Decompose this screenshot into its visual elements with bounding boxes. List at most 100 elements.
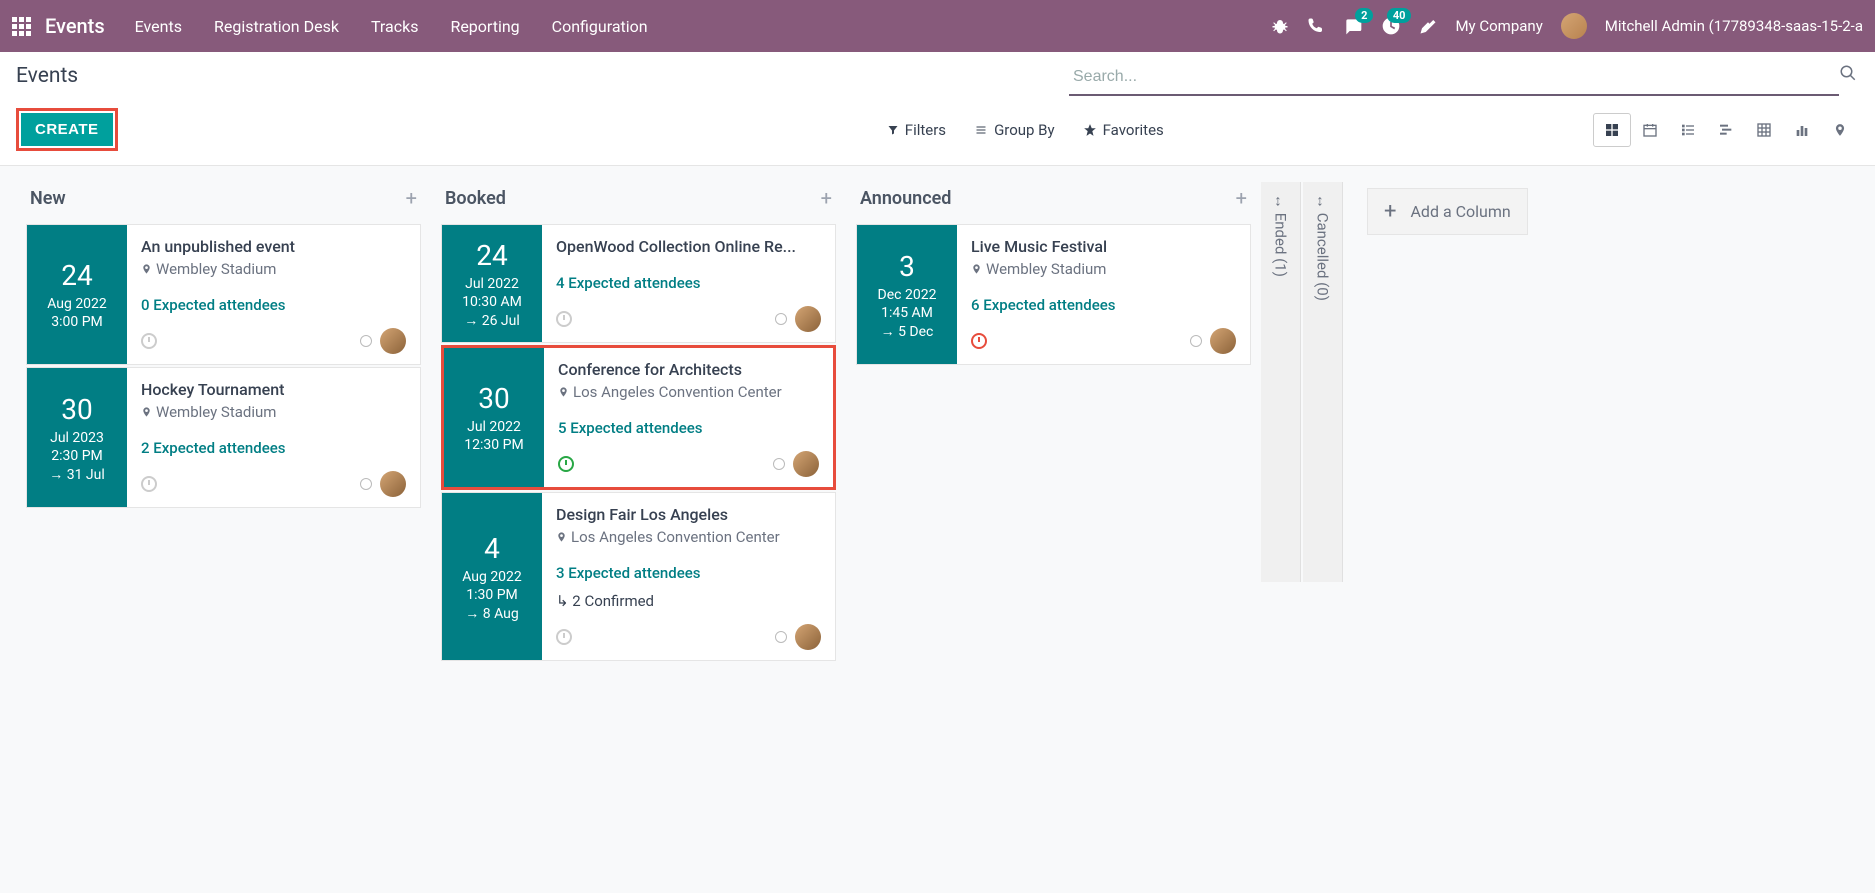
- activity-clock-icon[interactable]: [141, 333, 157, 349]
- quick-create-icon[interactable]: +: [821, 186, 832, 210]
- card-title: An unpublished event: [141, 237, 406, 256]
- card-date-block: 24 Jul 2022 10:30 AM → 26 Jul: [442, 225, 542, 342]
- priority-dot[interactable]: [773, 458, 785, 470]
- graph-view-button[interactable]: [1783, 113, 1821, 147]
- tools-icon[interactable]: [1419, 17, 1437, 35]
- kanban-view-button[interactable]: [1593, 113, 1631, 147]
- responsible-avatar[interactable]: [380, 471, 406, 497]
- gantt-view-button[interactable]: [1707, 113, 1745, 147]
- pin-icon: [558, 385, 569, 399]
- company-selector[interactable]: My Company: [1455, 17, 1542, 35]
- activity-clock-icon[interactable]: [971, 333, 987, 349]
- expected-attendees: 0 Expected attendees: [141, 296, 406, 314]
- nav-configuration[interactable]: Configuration: [552, 17, 648, 36]
- priority-dot[interactable]: [360, 478, 372, 490]
- expected-attendees: 2 Expected attendees: [141, 439, 406, 457]
- nav-reporting[interactable]: Reporting: [450, 17, 519, 36]
- folded-label: ↔ Cancelled (0): [1314, 194, 1332, 301]
- pin-icon: [141, 405, 152, 419]
- card-time: 10:30 AM: [462, 294, 522, 310]
- groupby-dropdown[interactable]: Group By: [974, 121, 1055, 139]
- card-day: 3: [899, 250, 915, 283]
- expected-attendees: 4 Expected attendees: [556, 274, 821, 292]
- folded-column[interactable]: ↔ Cancelled (0): [1303, 182, 1343, 582]
- filters-dropdown[interactable]: Filters: [887, 121, 946, 139]
- pivot-view-button[interactable]: [1745, 113, 1783, 147]
- card-location: Los Angeles Convention Center: [558, 383, 819, 401]
- create-button[interactable]: CREATE: [21, 113, 113, 146]
- expected-attendees: 5 Expected attendees: [558, 419, 819, 437]
- card-month: Jul 2022: [465, 276, 519, 292]
- nav-events[interactable]: Events: [135, 17, 182, 36]
- responsible-avatar[interactable]: [795, 624, 821, 650]
- breadcrumb-title: Events: [16, 64, 78, 88]
- card-month: Jul 2022: [467, 419, 521, 435]
- folded-column[interactable]: ↔ Ended (1): [1261, 182, 1301, 582]
- phone-icon[interactable]: [1307, 17, 1325, 35]
- card-end-date: → 8 Aug: [465, 605, 518, 622]
- funnel-icon: [887, 124, 899, 136]
- user-menu[interactable]: Mitchell Admin (17789348-saas-15-2-a: [1605, 17, 1863, 35]
- card-month: Jul 2023: [50, 430, 104, 446]
- event-card[interactable]: 4 Aug 2022 1:30 PM → 8 Aug Design Fair L…: [441, 492, 836, 661]
- event-card[interactable]: 24 Jul 2022 10:30 AM → 26 Jul OpenWood C…: [441, 224, 836, 343]
- folded-label: ↔ Ended (1): [1272, 194, 1290, 277]
- card-day: 4: [484, 532, 500, 565]
- favorites-dropdown[interactable]: Favorites: [1083, 121, 1164, 139]
- column-title: Announced: [860, 188, 951, 209]
- activity-clock-icon[interactable]: [558, 456, 574, 472]
- kanban-board: New + 24 Aug 2022 3:00 PM An unpublished …: [0, 166, 1875, 679]
- activity-clock-icon[interactable]: [556, 311, 572, 327]
- bug-icon[interactable]: [1271, 17, 1289, 35]
- card-end-date: → 31 Jul: [49, 466, 105, 483]
- top-nav: Events Registration Desk Tracks Reportin…: [135, 17, 648, 36]
- plus-icon: +: [1384, 199, 1396, 224]
- list-view-button[interactable]: [1669, 113, 1707, 147]
- user-avatar[interactable]: [1561, 13, 1587, 39]
- card-day: 24: [476, 239, 507, 272]
- responsible-avatar[interactable]: [793, 451, 819, 477]
- responsible-avatar[interactable]: [1210, 328, 1236, 354]
- responsible-avatar[interactable]: [380, 328, 406, 354]
- responsible-avatar[interactable]: [795, 306, 821, 332]
- star-icon: [1083, 123, 1097, 137]
- calendar-view-button[interactable]: [1631, 113, 1669, 147]
- priority-dot[interactable]: [360, 335, 372, 347]
- messaging-icon[interactable]: 2: [1343, 16, 1363, 36]
- card-month: Dec 2022: [878, 287, 937, 303]
- activity-clock-icon[interactable]: [556, 629, 572, 645]
- column-title: New: [30, 188, 66, 209]
- nav-registration-desk[interactable]: Registration Desk: [214, 17, 339, 36]
- apps-menu-icon[interactable]: [12, 17, 31, 36]
- nav-tracks[interactable]: Tracks: [371, 17, 419, 36]
- card-day: 30: [61, 393, 92, 426]
- event-card[interactable]: 3 Dec 2022 1:45 AM → 5 Dec Live Music Fe…: [856, 224, 1251, 365]
- app-brand: Events: [45, 14, 105, 38]
- card-date-block: 24 Aug 2022 3:00 PM: [27, 225, 127, 364]
- create-button-highlight: CREATE: [16, 108, 118, 151]
- priority-dot[interactable]: [775, 631, 787, 643]
- activity-clock-icon[interactable]: [141, 476, 157, 492]
- card-date-block: 30 Jul 2023 2:30 PM → 31 Jul: [27, 368, 127, 507]
- pin-icon: [971, 262, 982, 276]
- card-date-block: 4 Aug 2022 1:30 PM → 8 Aug: [442, 493, 542, 660]
- quick-create-icon[interactable]: +: [1236, 186, 1247, 210]
- priority-dot[interactable]: [775, 313, 787, 325]
- map-view-button[interactable]: [1821, 113, 1859, 147]
- card-day: 30: [478, 382, 509, 415]
- add-column-button[interactable]: +Add a Column: [1367, 188, 1528, 235]
- card-month: Aug 2022: [47, 296, 107, 312]
- event-card[interactable]: 30 Jul 2023 2:30 PM → 31 Jul Hockey Tour…: [26, 367, 421, 508]
- card-title: Hockey Tournament: [141, 380, 406, 399]
- search-icon[interactable]: [1839, 64, 1859, 82]
- quick-create-icon[interactable]: +: [406, 186, 417, 210]
- priority-dot[interactable]: [1190, 335, 1202, 347]
- column-title: Booked: [445, 188, 506, 209]
- event-card[interactable]: 30 Jul 2022 12:30 PM Conference for Arch…: [441, 345, 836, 490]
- search-input[interactable]: [1069, 64, 1839, 96]
- activity-icon[interactable]: 40: [1381, 16, 1401, 36]
- kanban-column: Announced + 3 Dec 2022 1:45 AM → 5 Dec Li…: [846, 182, 1261, 367]
- view-switcher: [1593, 113, 1859, 147]
- event-card[interactable]: 24 Aug 2022 3:00 PM An unpublished event…: [26, 224, 421, 365]
- card-title: Live Music Festival: [971, 237, 1236, 256]
